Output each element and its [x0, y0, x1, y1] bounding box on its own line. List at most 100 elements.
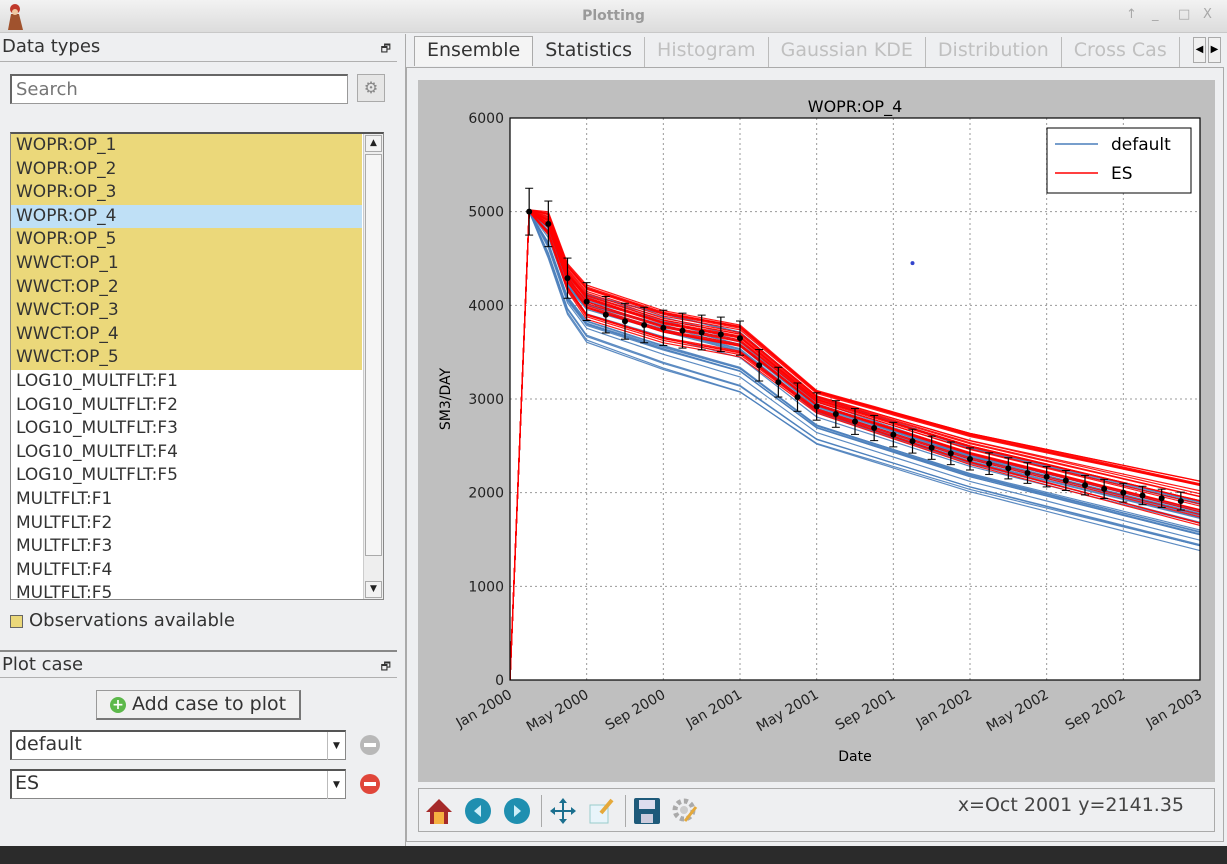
list-item[interactable]: WOPR:OP_2 — [11, 157, 362, 182]
y-tick-label: 1000 — [468, 579, 504, 595]
minimize-button[interactable]: _ — [1152, 7, 1159, 22]
tab-scroll-right-icon[interactable]: ▶ — [1208, 37, 1221, 63]
ensemble-chart[interactable]: 0100020003000400050006000Jan 2000 May 200… — [418, 80, 1215, 782]
left-panel: Data types 🗗 ⚙ WOPR:OP_1WOPR:OP_2WOPR:OP… — [0, 34, 400, 846]
tab-bar: Ensemble Statistics Histogram Gaussian KDE D… — [414, 36, 1180, 68]
plot-toolbar: x=Oct 2001 y=2141.35 — [418, 788, 1215, 832]
observation-point — [756, 362, 763, 369]
observation-point — [775, 379, 782, 386]
forward-icon[interactable] — [503, 797, 531, 825]
tab-histogram[interactable]: Histogram — [645, 37, 769, 67]
customize-icon[interactable] — [671, 797, 699, 825]
tab-gaussian-kde[interactable]: Gaussian KDE — [769, 37, 926, 67]
chevron-down-icon[interactable]: ▼ — [327, 771, 345, 799]
observation-point — [1158, 495, 1165, 502]
x-axis-label: Date — [838, 749, 871, 765]
observation-point — [852, 418, 858, 425]
list-item[interactable]: MULTFLT:F2 — [11, 512, 362, 536]
x-tick-label: May 2000 — [524, 687, 592, 735]
list-item[interactable]: LOG10_MULTFLT:F3 — [11, 417, 362, 441]
float-dock-icon[interactable]: 🗗 — [381, 658, 391, 677]
back-icon[interactable] — [464, 797, 492, 825]
x-tick-label: Sep 2001 — [833, 687, 899, 734]
list-item[interactable]: WWCT:OP_2 — [11, 275, 362, 300]
tab-distribution[interactable]: Distribution — [926, 37, 1062, 67]
observation-point — [909, 438, 916, 445]
title-bar: Plotting ↑ _ □ X — [0, 0, 1227, 33]
list-item[interactable]: WOPR:OP_1 — [11, 134, 362, 158]
chevron-down-icon[interactable]: ▼ — [327, 732, 345, 760]
tab-scroll-left-icon[interactable]: ◀ — [1193, 37, 1206, 63]
x-tick-label: Jan 2000 — [453, 687, 515, 732]
list-item[interactable]: WOPR:OP_5 — [11, 228, 362, 252]
list-item[interactable]: MULTFLT:F5 — [11, 582, 362, 599]
keep-above-button[interactable]: ↑ — [1126, 7, 1137, 22]
observations-swatch — [10, 614, 23, 628]
add-case-label: Add case to plot — [131, 693, 287, 715]
observation-point — [717, 331, 724, 338]
list-scrollbar[interactable]: ▲ ▼ — [363, 134, 383, 599]
remove-case-icon[interactable] — [360, 774, 380, 794]
add-case-button[interactable]: + Add case to plot — [96, 690, 301, 720]
case-select-es[interactable]: ES ▼ — [10, 769, 346, 799]
observation-point — [1139, 492, 1146, 499]
observation-point — [1120, 489, 1127, 496]
observation-point — [1177, 498, 1184, 505]
observation-point — [813, 403, 820, 410]
observation-point — [832, 410, 839, 417]
list-item[interactable]: MULTFLT:F1 — [11, 488, 362, 512]
plot-case-header: Plot case 🗗 — [0, 650, 397, 678]
list-item[interactable]: MULTFLT:F3 — [11, 535, 362, 559]
list-item[interactable]: WWCT:OP_4 — [11, 322, 362, 347]
maximize-button[interactable]: □ — [1178, 7, 1190, 22]
list-item[interactable]: WWCT:OP_3 — [11, 299, 362, 323]
x-tick-label: May 2002 — [984, 687, 1052, 735]
close-button[interactable]: X — [1203, 7, 1212, 22]
remove-case-icon[interactable] — [360, 735, 380, 755]
pan-icon[interactable] — [549, 797, 577, 825]
cursor-coordinates: x=Oct 2001 y=2141.35 — [957, 794, 1184, 816]
tab-ensemble[interactable]: Ensemble — [414, 36, 534, 66]
observation-point — [986, 460, 993, 467]
configure-subplots-icon[interactable] — [587, 797, 615, 825]
tab-cross-cas[interactable]: Cross Cas — [1062, 37, 1180, 67]
data-types-list[interactable]: WOPR:OP_1 WOPR:OP_2 WOPR:OP_3 WOPR:OP_4 WOPR… — [10, 132, 384, 600]
list-item[interactable]: WOPR:OP_4 — [11, 204, 362, 229]
search-options-button[interactable]: ⚙ — [357, 74, 385, 102]
scroll-down-icon[interactable]: ▼ — [365, 581, 382, 598]
observation-point — [737, 335, 743, 342]
tab-statistics[interactable]: Statistics — [533, 37, 646, 67]
search-input[interactable] — [10, 74, 348, 104]
list-item[interactable]: LOG10_MULTFLT:F4 — [11, 441, 362, 465]
observation-point — [564, 275, 571, 282]
case-select-default[interactable]: default ▼ — [10, 730, 346, 760]
data-types-header: Data types 🗗 — [0, 34, 397, 62]
plot-canvas[interactable]: 0 1000 2000 3000 4000 5000 6000 Jan 2000 May 200… — [418, 80, 1215, 782]
list-item[interactable]: WWCT:OP_1 — [11, 251, 362, 276]
observation-point — [871, 425, 878, 432]
case-value: default — [15, 733, 82, 755]
y-tick-label: 2000 — [468, 486, 504, 502]
list-item[interactable]: MULTFLT:F4 — [11, 559, 362, 583]
scroll-thumb[interactable] — [365, 154, 382, 556]
observation-point — [660, 324, 667, 331]
list-item[interactable]: WWCT:OP_5 — [11, 346, 362, 370]
x-tick-label: May 2001 — [754, 687, 822, 735]
float-dock-icon[interactable]: 🗗 — [381, 40, 391, 59]
observation-point — [526, 208, 533, 215]
x-tick-label: Jan 2002 — [913, 687, 975, 732]
legend-label: default — [1111, 135, 1171, 155]
legend: default ES — [1046, 127, 1192, 194]
case-value: ES — [15, 772, 40, 794]
observation-point — [583, 298, 590, 305]
y-tick-label: 0 — [495, 673, 504, 689]
list-item[interactable]: LOG10_MULTFLT:F1 — [11, 370, 362, 394]
observation-point — [641, 322, 648, 329]
save-icon[interactable] — [633, 797, 661, 825]
observation-point — [1024, 469, 1031, 476]
list-item[interactable]: WOPR:OP_3 — [11, 181, 362, 205]
list-item[interactable]: LOG10_MULTFLT:F5 — [11, 464, 362, 488]
scroll-up-icon[interactable]: ▲ — [365, 135, 382, 152]
list-item[interactable]: LOG10_MULTFLT:F2 — [11, 394, 362, 418]
home-icon[interactable] — [425, 797, 453, 825]
